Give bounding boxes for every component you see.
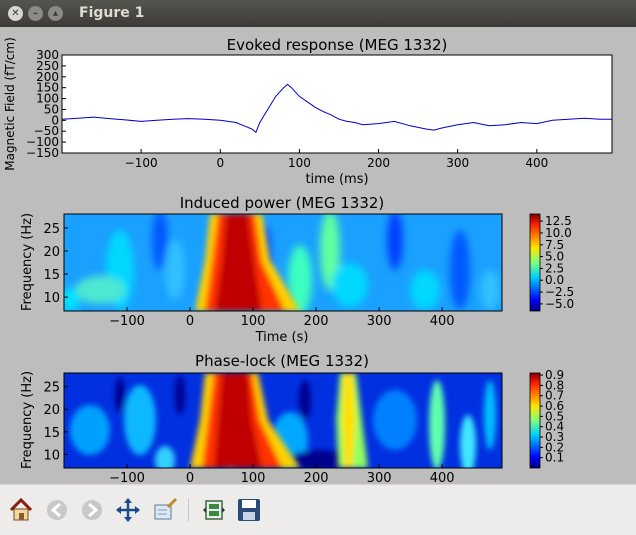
back-arrow-icon [47, 500, 67, 520]
figure-canvas[interactable]: Evoked response (MEG 1332) 300 250 200 150 1… [0, 27, 636, 486]
phaselock-colorbar [529, 372, 541, 469]
power-ytick-label: 10 [43, 291, 60, 306]
evoked-axes: Evoked response (MEG 1332) 3002502001501… [3, 36, 613, 187]
maximize-window-button[interactable]: ▴ [48, 6, 63, 21]
power-ytick-label: 20 [43, 245, 60, 260]
toolbar-separator [188, 499, 189, 521]
evoked-plot-area [62, 55, 612, 153]
phaselock-xtick-label: 300 [367, 471, 392, 484]
phaselock-axes: Phase-lock (MEG 1332) −100 0 100 200 300… [20, 352, 564, 486]
evoked-xtick-label: 200 [367, 156, 390, 170]
pan-button[interactable] [115, 497, 141, 523]
zoom-button[interactable] [152, 497, 178, 523]
power-ytick-label: 25 [43, 222, 60, 237]
phaselock-colorbar-label: 0.1 [545, 451, 564, 465]
evoked-xtick-label: 300 [446, 156, 469, 170]
phaselock-ytick-label: 20 [43, 403, 60, 418]
window-title: Figure 1 [79, 5, 145, 21]
evoked-xtick-label: 400 [525, 156, 548, 170]
home-icon [9, 497, 33, 521]
power-xtick-label: 300 [367, 314, 392, 329]
power-xtick-label: 0 [186, 314, 194, 329]
forward-button[interactable] [79, 497, 105, 523]
configure-subplots-button[interactable] [201, 497, 227, 523]
power-axes: Induced power (MEG 1332) −100 0 100 200 … [20, 194, 574, 345]
power-heatmap [64, 214, 502, 311]
back-button[interactable] [44, 497, 70, 523]
power-ylabel: Frequency (Hz) [20, 213, 35, 311]
evoked-xtick-label: 100 [288, 156, 311, 170]
power-xtick-label: −100 [109, 314, 145, 329]
phaselock-ytick-label: 10 [43, 448, 60, 463]
zoom-rect-icon [154, 497, 178, 520]
pan-arrows-icon [116, 498, 140, 522]
power-xlabel: Time (s) [255, 330, 309, 345]
power-xtick-label: 200 [304, 314, 329, 329]
save-button[interactable] [236, 497, 262, 523]
evoked-title: Evoked response (MEG 1332) [227, 36, 448, 54]
evoked-xtick-label: 0 [216, 156, 224, 170]
phaselock-xtick-label: 200 [304, 471, 329, 484]
phaselock-xtick-label: 400 [430, 471, 455, 484]
power-title: Induced power (MEG 1332) [180, 194, 385, 212]
phaselock-title: Phase-lock (MEG 1332) [195, 352, 369, 370]
navigation-toolbar [0, 484, 636, 535]
phaselock-ytick-label: 15 [43, 426, 60, 441]
phaselock-ylabel: Frequency (Hz) [20, 371, 35, 469]
phaselock-ytick-label: 25 [43, 381, 60, 396]
evoked-ylabel: Magnetic Field (fT/cm) [3, 37, 17, 171]
phaselock-heatmap [64, 373, 502, 468]
window-titlebar: ✕ – ▴ Figure 1 [0, 0, 636, 27]
minimize-window-button[interactable]: – [28, 6, 43, 21]
power-xtick-label: 100 [241, 314, 266, 329]
phaselock-xtick-label: 100 [241, 471, 266, 484]
forward-arrow-icon [82, 500, 102, 520]
evoked-ytick-label: −150 [26, 146, 59, 160]
power-xtick-label: 400 [430, 314, 455, 329]
save-icon [238, 499, 260, 521]
subplots-icon [203, 500, 225, 520]
evoked-xtick-label: −100 [125, 156, 158, 170]
figure-svg: Evoked response (MEG 1332) 3002502001501… [3, 36, 613, 486]
phaselock-xtick-label: −100 [109, 471, 145, 484]
power-colorbar-label: −5.0 [545, 297, 574, 311]
phaselock-xtick-label: 0 [186, 471, 194, 484]
power-ytick-label: 15 [43, 268, 60, 283]
evoked-xlabel: time (ms) [305, 172, 368, 187]
close-window-button[interactable]: ✕ [8, 6, 23, 21]
power-colorbar [529, 213, 541, 312]
home-button[interactable] [8, 497, 34, 523]
